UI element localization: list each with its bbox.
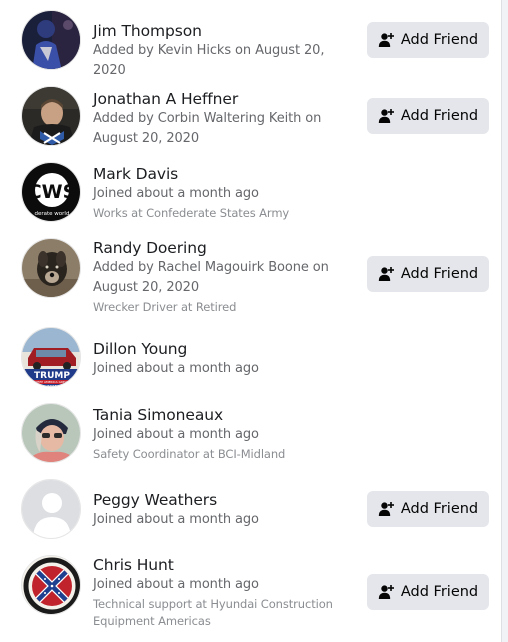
member-info: Tania Simoneaux Joined about a month ago… [93, 405, 355, 463]
avatar-caption-text: derate world [35, 211, 70, 217]
member-info: Jim Thompson Added by Kevin Hicks on Aug… [93, 21, 355, 81]
member-joined: Joined about a month ago [93, 512, 259, 527]
member-joined: Joined about a month ago [93, 186, 259, 201]
add-friend-label: Add Friend [400, 501, 479, 517]
avatar-logo-text: CWS [28, 181, 77, 203]
add-friend-button[interactable]: Add Friend [367, 574, 489, 610]
add-friend-label: Add Friend [400, 108, 479, 124]
avatar-banner-year: 2020 [47, 385, 57, 388]
member-info: Randy Doering Added by Rachel Magouirk B… [93, 238, 355, 316]
member-name[interactable]: Mark Davis [93, 164, 355, 184]
member-joined: Joined about a month ago [93, 427, 259, 442]
avatar-photo-jim-thompson [22, 11, 80, 69]
member-name[interactable]: Jonathan A Heffner [93, 89, 355, 109]
avatar-photo-chris-hunt [22, 556, 80, 614]
member-name[interactable]: Tania Simoneaux [93, 405, 355, 425]
member-added-by: Added by Kevin Hicks on August 20, 2020 [93, 43, 325, 78]
member-avatar[interactable] [21, 555, 81, 615]
add-friend-label: Add Friend [400, 266, 479, 282]
member-joined: Joined about a month ago [93, 577, 259, 592]
member-avatar[interactable]: CWS derate world [21, 162, 81, 222]
member-info: Dillon Young Joined about a month ago [93, 339, 355, 379]
add-friend-button[interactable]: Add Friend [367, 98, 489, 134]
member-name[interactable]: Chris Hunt [93, 555, 355, 575]
avatar-photo-dillon-young: TRUMP KEEP AMERICA GREAT 2020 [22, 328, 80, 388]
member-name[interactable]: Dillon Young [93, 339, 355, 359]
member-workplace: Works at Confederate States Army [93, 206, 290, 220]
member-info: Mark Davis Joined about a month ago Work… [93, 164, 355, 222]
member-workplace: Technical support at Hyundai Constructio… [93, 597, 333, 628]
member-joined: Joined about a month ago [93, 361, 259, 376]
avatar-photo-randy-doering [22, 239, 80, 297]
member-avatar[interactable] [21, 479, 81, 539]
member-name[interactable]: Jim Thompson [93, 21, 355, 41]
member-name[interactable]: Peggy Weathers [93, 490, 355, 510]
member-avatar[interactable] [21, 403, 81, 463]
add-friend-icon [378, 266, 394, 282]
add-friend-button[interactable]: Add Friend [367, 256, 489, 292]
member-avatar[interactable]: TRUMP KEEP AMERICA GREAT 2020 [21, 327, 81, 387]
add-friend-icon [378, 32, 394, 48]
default-avatar-icon [22, 480, 80, 538]
member-avatar[interactable] [21, 238, 81, 298]
member-name[interactable]: Randy Doering [93, 238, 355, 258]
add-friend-icon [378, 584, 394, 600]
add-friend-label: Add Friend [400, 32, 479, 48]
add-friend-label: Add Friend [400, 584, 479, 600]
member-added-by: Added by Rachel Magouirk Boone on August… [93, 260, 329, 295]
avatar-photo-jonathan-heffner [22, 87, 80, 145]
avatar-photo-tania-simoneaux [22, 404, 80, 462]
member-added-by: Added by Corbin Waltering Keith on Augus… [93, 111, 322, 146]
add-friend-button[interactable]: Add Friend [367, 22, 489, 58]
member-avatar[interactable] [21, 10, 81, 70]
add-friend-icon [378, 108, 394, 124]
member-workplace: Wrecker Driver at Retired [93, 300, 237, 314]
member-avatar[interactable] [21, 86, 81, 146]
add-friend-icon [378, 501, 394, 517]
member-info: Peggy Weathers Joined about a month ago [93, 490, 355, 530]
add-friend-button[interactable]: Add Friend [367, 491, 489, 527]
avatar-photo-mark-davis: CWS derate world [22, 163, 80, 221]
member-workplace: Safety Coordinator at BCI-Midland [93, 447, 286, 461]
group-members-panel: Jim Thompson Added by Kevin Hicks on Aug… [0, 0, 502, 642]
member-info: Chris Hunt Joined about a month ago Tech… [93, 555, 355, 630]
member-info: Jonathan A Heffner Added by Corbin Walte… [93, 89, 355, 149]
